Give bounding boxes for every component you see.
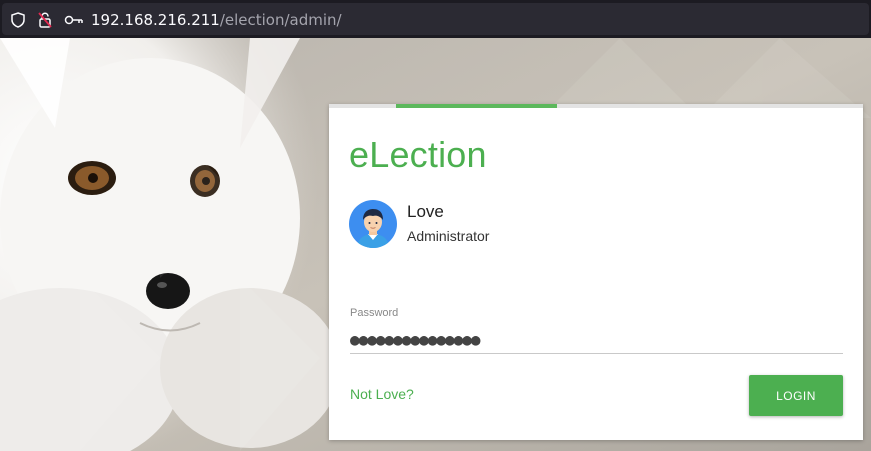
url-host: 192.168.216.211 <box>91 11 220 29</box>
login-button[interactable]: LOGIN <box>749 375 843 416</box>
not-user-link[interactable]: Not Love? <box>350 386 414 402</box>
password-field[interactable] <box>350 326 843 354</box>
card-progress-indicator <box>396 104 557 108</box>
url-path: /election/admin/ <box>219 11 342 29</box>
user-avatar-icon <box>349 200 397 248</box>
browser-url-bar: 192.168.216.211/election/admin/ <box>0 0 871 38</box>
user-name: Love <box>407 202 444 221</box>
login-card: eLection Love Administrator Password Not… <box>329 104 863 440</box>
page-viewport: eLection Love Administrator Password Not… <box>0 38 871 451</box>
key-icon[interactable] <box>64 14 84 26</box>
brand-title: eLection <box>349 134 487 175</box>
user-role: Administrator <box>407 228 490 244</box>
insecure-lock-icon[interactable] <box>38 12 52 28</box>
url-text[interactable]: 192.168.216.211/election/admin/ <box>91 11 342 29</box>
url-field[interactable]: 192.168.216.211/election/admin/ <box>2 3 869 35</box>
shield-icon[interactable] <box>11 12 25 28</box>
password-label: Password <box>350 307 399 319</box>
